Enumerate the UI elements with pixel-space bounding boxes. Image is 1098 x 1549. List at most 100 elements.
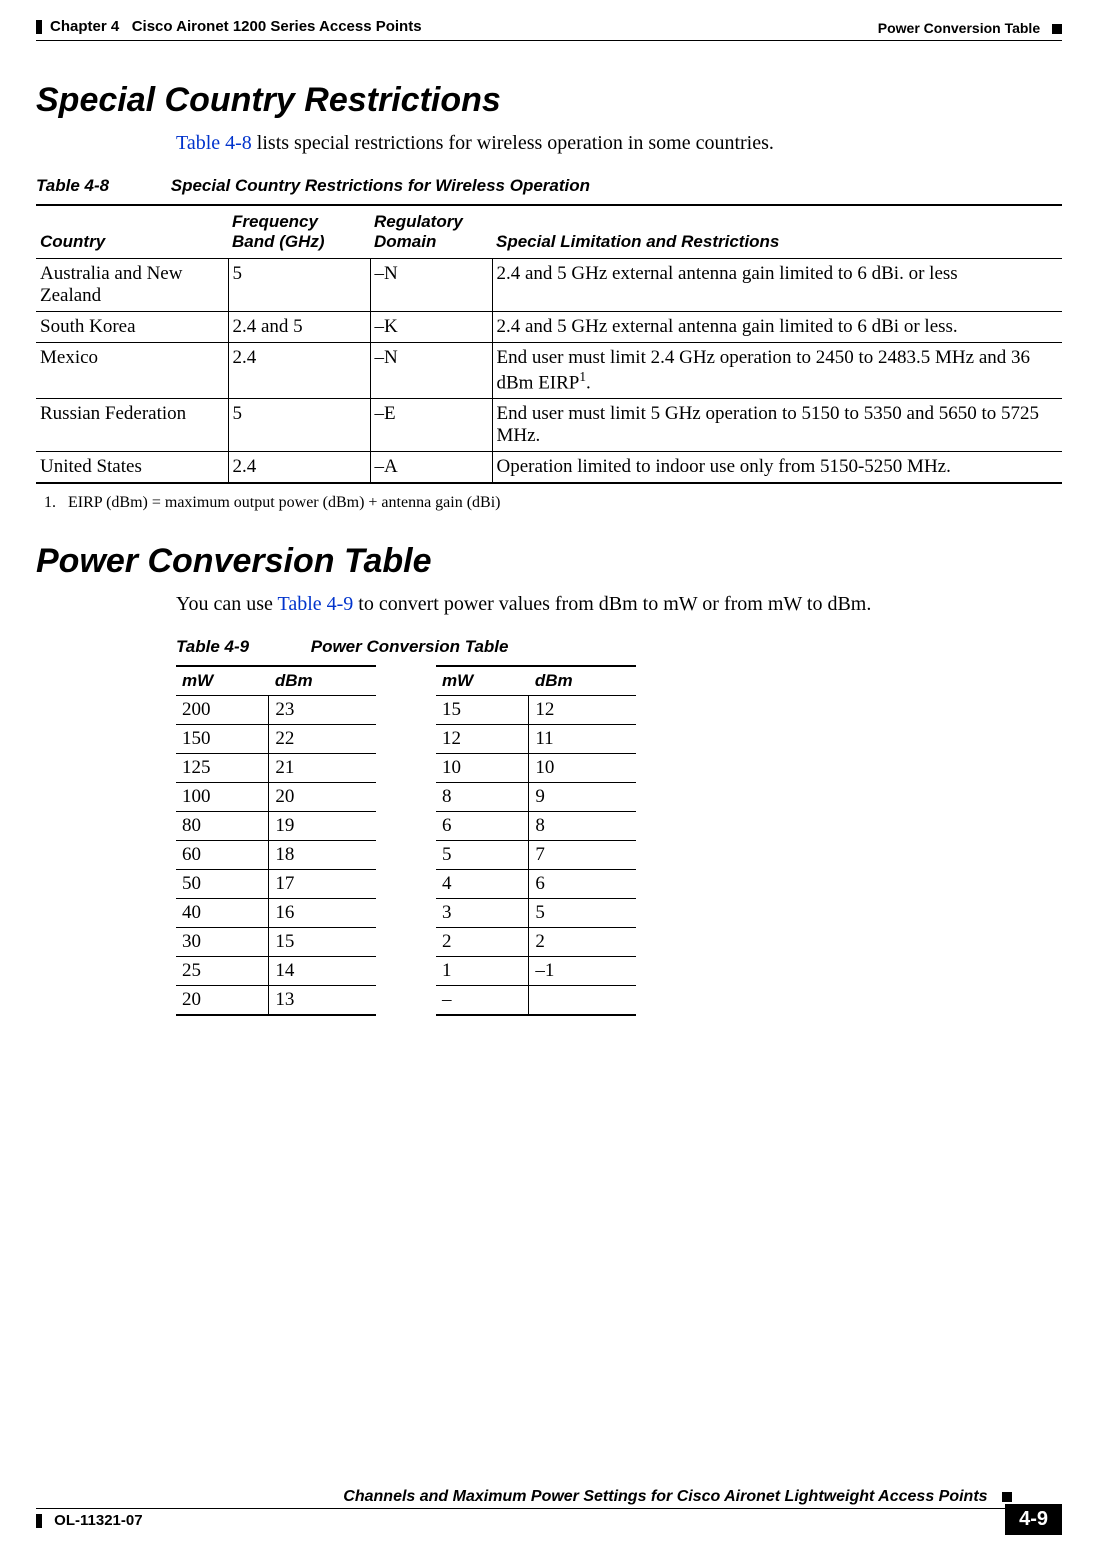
cell-limitation: End user must limit 5 GHz operation to 5… bbox=[492, 399, 1062, 452]
header-rule bbox=[36, 40, 1062, 41]
cell-frequency: 5 bbox=[228, 259, 370, 312]
cell-mw: 80 bbox=[176, 812, 269, 841]
footer-doc-title: Channels and Maximum Power Settings for … bbox=[343, 1488, 987, 1505]
cell-mw: 20 bbox=[176, 986, 269, 1016]
cell-mw: 15 bbox=[436, 696, 529, 725]
footer-square-icon bbox=[1002, 1492, 1012, 1502]
intro-paragraph-2: You can use Table 4-9 to convert power v… bbox=[176, 591, 1062, 617]
cell-mw: 12 bbox=[436, 725, 529, 754]
cell-dbm: 11 bbox=[529, 725, 636, 754]
cell-dbm: 14 bbox=[269, 957, 376, 986]
table-row: 1512 bbox=[436, 696, 636, 725]
table-row: 1010 bbox=[436, 754, 636, 783]
footer-bar-icon bbox=[36, 1514, 42, 1528]
cell-mw: 4 bbox=[436, 870, 529, 899]
cell-dbm: 18 bbox=[269, 841, 376, 870]
cell-mw: 6 bbox=[436, 812, 529, 841]
cell-domain: –E bbox=[370, 399, 492, 452]
heading-power-conversion-table: Power Conversion Table bbox=[36, 542, 1062, 581]
cell-country: Russian Federation bbox=[36, 399, 228, 452]
cell-mw: 25 bbox=[176, 957, 269, 986]
cell-mw: 125 bbox=[176, 754, 269, 783]
intro-paragraph-1: Table 4-8 lists special restrictions for… bbox=[176, 130, 1062, 156]
table-row: 5017 bbox=[176, 870, 376, 899]
intro-pre-2: You can use bbox=[176, 593, 278, 615]
cell-mw: 30 bbox=[176, 928, 269, 957]
table-row: 57 bbox=[436, 841, 636, 870]
cell-limitation: 2.4 and 5 GHz external antenna gain limi… bbox=[492, 312, 1062, 343]
caption-title-4-8: Special Country Restrictions for Wireles… bbox=[171, 176, 590, 195]
cell-dbm: 10 bbox=[529, 754, 636, 783]
table-row: Australia and New Zealand5–N2.4 and 5 GH… bbox=[36, 259, 1062, 312]
table-row: 4016 bbox=[176, 899, 376, 928]
cell-mw: 200 bbox=[176, 696, 269, 725]
cell-mw: 10 bbox=[436, 754, 529, 783]
cell-domain: –N bbox=[370, 343, 492, 399]
table-row: 35 bbox=[436, 899, 636, 928]
table-row: 15022 bbox=[176, 725, 376, 754]
table-row: 12521 bbox=[176, 754, 376, 783]
footer-doc-id: OL-11321-07 bbox=[54, 1512, 142, 1529]
table-row: Russian Federation5–EEnd user must limit… bbox=[36, 399, 1062, 452]
chapter-title: Cisco Aironet 1200 Series Access Points bbox=[132, 18, 422, 35]
cell-limitation: 2.4 and 5 GHz external antenna gain limi… bbox=[492, 259, 1062, 312]
intro-text-1: lists special restrictions for wireless … bbox=[252, 132, 774, 154]
table-row: 6018 bbox=[176, 841, 376, 870]
col-country: Country bbox=[36, 205, 228, 259]
caption-table-4-8: Table 4-8 Special Country Restrictions f… bbox=[36, 176, 1062, 196]
cell-domain: –K bbox=[370, 312, 492, 343]
section-label: Power Conversion Table bbox=[878, 20, 1040, 36]
cell-frequency: 2.4 and 5 bbox=[228, 312, 370, 343]
table-restrictions: Country Frequency Band (GHz) Regulatory … bbox=[36, 204, 1062, 484]
cell-limitation: Operation limited to indoor use only fro… bbox=[492, 452, 1062, 484]
cell-dbm: 17 bbox=[269, 870, 376, 899]
cell-mw: 40 bbox=[176, 899, 269, 928]
table-row: 10020 bbox=[176, 783, 376, 812]
cell-mw: 1 bbox=[436, 957, 529, 986]
cell-limitation: End user must limit 2.4 GHz operation to… bbox=[492, 343, 1062, 399]
cell-dbm: 7 bbox=[529, 841, 636, 870]
cell-mw: 8 bbox=[436, 783, 529, 812]
col-dbm-right: dBm bbox=[529, 666, 636, 696]
table-row: 1–1 bbox=[436, 957, 636, 986]
cell-mw: 50 bbox=[176, 870, 269, 899]
cell-mw: 3 bbox=[436, 899, 529, 928]
page-number-badge: 4-9 bbox=[1005, 1504, 1062, 1535]
cell-mw: 2 bbox=[436, 928, 529, 957]
table-row: 2013 bbox=[176, 986, 376, 1016]
cell-dbm: –1 bbox=[529, 957, 636, 986]
table-row: 89 bbox=[436, 783, 636, 812]
cell-dbm: 20 bbox=[269, 783, 376, 812]
heading-special-country-restrictions: Special Country Restrictions bbox=[36, 81, 1062, 120]
table-row: – bbox=[436, 986, 636, 1016]
link-table-4-9[interactable]: Table 4-9 bbox=[278, 593, 354, 615]
link-table-4-8[interactable]: Table 4-8 bbox=[176, 132, 252, 154]
cell-dbm: 8 bbox=[529, 812, 636, 841]
table-power-right: mW dBm 1512121110108968574635221–1– bbox=[436, 665, 636, 1016]
footnote-num: 1. bbox=[44, 494, 56, 511]
caption-num-4-8: Table 4-8 bbox=[36, 176, 166, 196]
table-row: 8019 bbox=[176, 812, 376, 841]
header-square-icon bbox=[1052, 24, 1062, 34]
cell-country: Australia and New Zealand bbox=[36, 259, 228, 312]
caption-num-4-9: Table 4-9 bbox=[176, 637, 306, 657]
table-row: United States2.4–AOperation limited to i… bbox=[36, 452, 1062, 484]
cell-country: South Korea bbox=[36, 312, 228, 343]
chapter-label: Chapter 4 bbox=[50, 18, 119, 35]
cell-mw: 100 bbox=[176, 783, 269, 812]
col-domain: Regulatory Domain bbox=[370, 205, 492, 259]
cell-dbm: 12 bbox=[529, 696, 636, 725]
intro-post-2: to convert power values from dBm to mW o… bbox=[353, 593, 871, 615]
cell-dbm: 13 bbox=[269, 986, 376, 1016]
table-row: 3015 bbox=[176, 928, 376, 957]
table-row: 1211 bbox=[436, 725, 636, 754]
cell-mw: 60 bbox=[176, 841, 269, 870]
footnote-1: 1. EIRP (dBm) = maximum output power (dB… bbox=[44, 494, 1062, 512]
cell-dbm: 9 bbox=[529, 783, 636, 812]
cell-frequency: 2.4 bbox=[228, 452, 370, 484]
cell-dbm: 23 bbox=[269, 696, 376, 725]
header-bar-icon bbox=[36, 20, 42, 34]
cell-domain: –A bbox=[370, 452, 492, 484]
table-row: 2514 bbox=[176, 957, 376, 986]
col-mw-right: mW bbox=[436, 666, 529, 696]
